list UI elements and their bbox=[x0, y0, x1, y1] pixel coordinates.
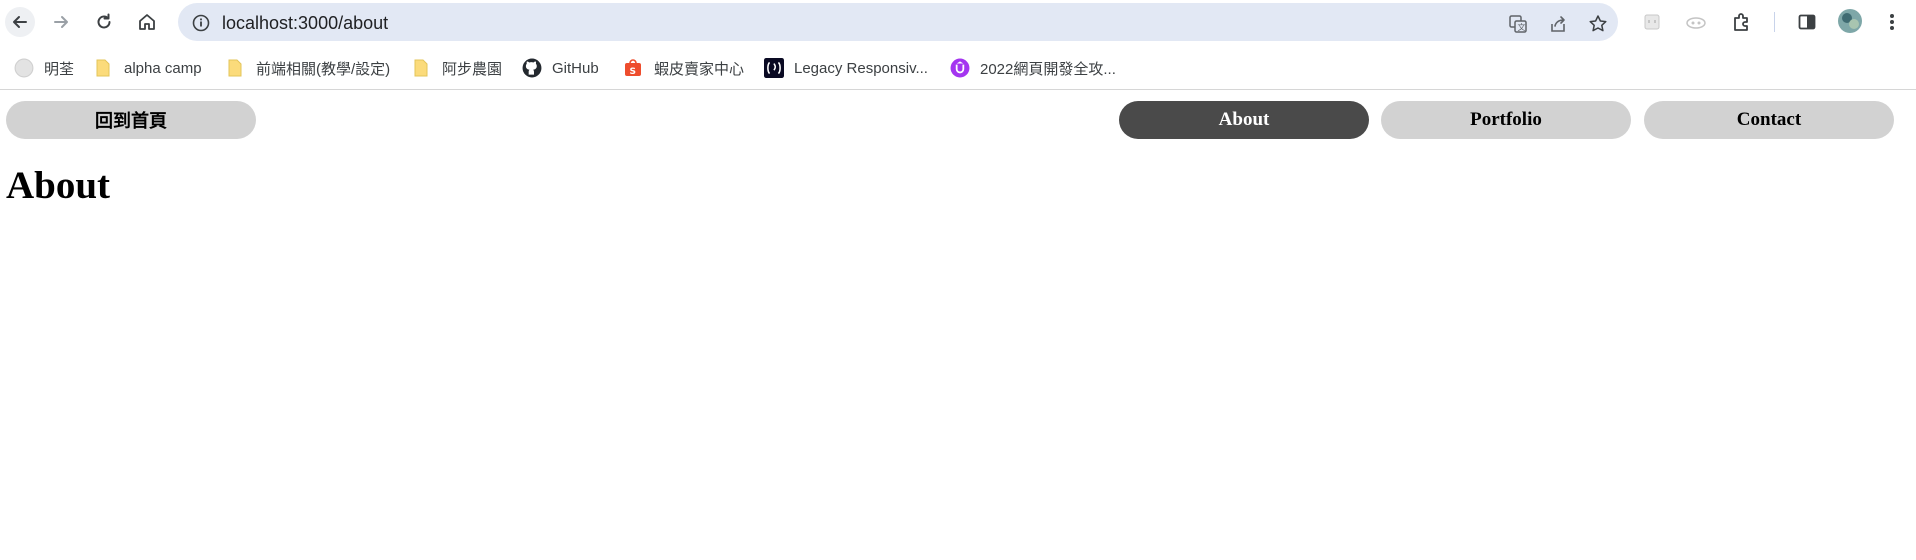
bookmark-folder[interactable]: 前端相關(教學/設定) bbox=[226, 56, 390, 80]
extension-eyes-icon bbox=[1686, 17, 1706, 29]
bookmark-item[interactable]: GitHub bbox=[522, 56, 599, 80]
github-icon bbox=[522, 58, 542, 78]
bookmark-label: 明荃 bbox=[44, 60, 75, 78]
back-button[interactable] bbox=[5, 7, 35, 37]
url-text[interactable]: localhost:3000/about bbox=[222, 13, 388, 34]
avatar-icon bbox=[1838, 9, 1862, 33]
bookmark-label: 蝦皮賣家中心 bbox=[654, 60, 745, 78]
bookmark-label: 阿步農園 bbox=[442, 60, 503, 78]
profile-avatar[interactable] bbox=[1837, 8, 1863, 34]
home-link-button[interactable]: 回到首頁 bbox=[6, 101, 256, 139]
menu-button[interactable] bbox=[1880, 10, 1904, 34]
toolbar-divider bbox=[1774, 12, 1775, 32]
browser-toolbar: localhost:3000/about 文 bbox=[0, 0, 1916, 44]
shopee-icon: S bbox=[625, 59, 641, 77]
translate-icon[interactable]: 文 bbox=[1508, 14, 1528, 34]
bookmark-item[interactable]: 明荃 bbox=[14, 56, 74, 80]
bookmark-item[interactable]: Legacy Responsiv... bbox=[764, 56, 928, 80]
kebab-menu-icon bbox=[1890, 14, 1894, 30]
home-button[interactable] bbox=[132, 7, 162, 37]
bookmark-label: 2022網頁開發全攻... bbox=[980, 60, 1116, 78]
folder-icon bbox=[228, 59, 242, 77]
globe-icon bbox=[14, 58, 34, 78]
bookmark-item[interactable]: S 蝦皮賣家中心 bbox=[624, 56, 744, 80]
back-arrow-icon bbox=[13, 16, 27, 28]
bookmark-folder[interactable]: alpha camp bbox=[94, 56, 202, 80]
forward-button[interactable] bbox=[46, 7, 76, 37]
share-icon[interactable] bbox=[1548, 14, 1568, 34]
bookmark-label: Legacy Responsiv... bbox=[794, 59, 928, 77]
svg-text:S: S bbox=[630, 67, 636, 77]
bookmark-item[interactable]: 2022網頁開發全攻... bbox=[950, 56, 1116, 80]
reload-button[interactable] bbox=[89, 7, 119, 37]
extension-icon-1[interactable] bbox=[1640, 10, 1664, 34]
puzzle-icon bbox=[1734, 13, 1748, 31]
folder-icon bbox=[414, 59, 428, 77]
freecodecamp-icon bbox=[764, 58, 784, 78]
bookmark-label: 前端相關(教學/設定) bbox=[256, 60, 391, 78]
nav-about-button[interactable]: About bbox=[1119, 101, 1369, 139]
home-icon bbox=[139, 14, 155, 30]
extensions-button[interactable] bbox=[1730, 10, 1754, 34]
nav-portfolio-button[interactable]: Portfolio bbox=[1381, 101, 1631, 139]
site-info-icon[interactable] bbox=[192, 14, 210, 32]
page-title: About bbox=[6, 164, 111, 207]
side-panel-icon bbox=[1798, 14, 1816, 30]
svg-text:文: 文 bbox=[1518, 22, 1526, 32]
address-bar[interactable]: localhost:3000/about 文 bbox=[178, 3, 1618, 41]
bookmarks-bar: 明荃 alpha camp 前端相關(教學/設定) 阿步農園 GitHub S … bbox=[0, 56, 1916, 90]
bookmark-folder[interactable]: 阿步農園 bbox=[412, 56, 502, 80]
udemy-icon bbox=[950, 58, 970, 78]
nav-contact-button[interactable]: Contact bbox=[1644, 101, 1894, 139]
toolbar-separator bbox=[0, 89, 1916, 90]
side-panel-button[interactable] bbox=[1795, 10, 1819, 34]
bookmark-star-icon[interactable] bbox=[1588, 14, 1608, 34]
bookmark-label: alpha camp bbox=[124, 59, 202, 77]
forward-arrow-icon bbox=[54, 16, 68, 28]
extension-icon-2[interactable] bbox=[1684, 10, 1708, 34]
bookmark-label: GitHub bbox=[552, 59, 599, 77]
reload-icon bbox=[97, 13, 111, 29]
extension-box-icon bbox=[1644, 14, 1660, 30]
folder-icon bbox=[96, 59, 110, 77]
